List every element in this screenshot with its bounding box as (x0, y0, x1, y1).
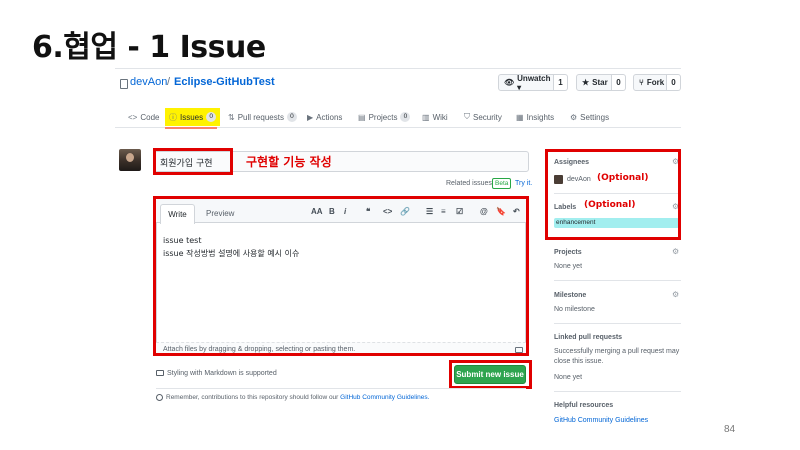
star-icon: ★ (582, 78, 590, 87)
tab-label: Pull requests (237, 112, 284, 122)
watch-button[interactable]: 👁 Unwatch ▾ (498, 73, 554, 92)
divider (554, 280, 681, 281)
tab-code[interactable]: <> Code (128, 108, 159, 126)
fork-label: Fork (646, 78, 665, 87)
milestone-value: No milestone (554, 306, 595, 313)
fork-button[interactable]: ⑂ Fork (633, 74, 667, 91)
tab-label: Insights (526, 112, 555, 122)
tab-actions[interactable]: ▶ Actions (307, 108, 342, 126)
repo-name-link[interactable]: Eclipse-GitHubTest (174, 76, 275, 88)
tab-label: Projects (368, 112, 398, 122)
linked-prs-heading: Linked pull requests (554, 334, 623, 341)
tab-count: 0 (286, 112, 297, 122)
tab-insights[interactable]: ▦ Insights (516, 108, 554, 126)
helpful-resources-heading: Helpful resources (554, 402, 614, 409)
linked-prs-text: close this issue. (554, 358, 604, 365)
github-screenshot: devAon / Eclipse-GitHubTest 👁 Unwatch ▾ … (115, 68, 681, 430)
related-issues-label: Related issues (446, 180, 492, 187)
repo-separator: / (167, 76, 171, 88)
tab-pull-requests[interactable]: ⇅ Pull requests 0 (228, 108, 297, 126)
tab-wiki[interactable]: ▥ Wiki (422, 108, 448, 126)
repo-icon (120, 79, 128, 89)
gear-icon[interactable]: ⚙ (672, 247, 679, 256)
slide-title: 6.협업 - 1 Issue (32, 30, 266, 65)
pull-request-icon: ⇅ (228, 112, 235, 122)
tab-issues[interactable]: ⓘ Issues 0 (165, 108, 221, 126)
tab-label: Actions (316, 112, 343, 122)
linked-prs-value: None yet (554, 374, 583, 381)
project-icon: ▤ (358, 112, 366, 122)
markdown-icon (156, 370, 164, 376)
avatar-face (126, 153, 134, 162)
tab-label: Issues (180, 112, 204, 122)
editor-highlight-box (153, 196, 529, 356)
projects-value: None yet (554, 263, 583, 270)
tab-count: 0 (400, 112, 411, 122)
tab-label: Security (473, 112, 502, 122)
tab-label: Code (140, 112, 160, 122)
projects-heading[interactable]: Projects (554, 249, 582, 256)
fork-icon: ⑂ (639, 78, 644, 87)
divider (554, 323, 681, 324)
community-guidelines-link[interactable]: GitHub Community Guidelines (554, 417, 648, 424)
title-annotation: 구현할 기능 작성 (246, 155, 332, 169)
tab-settings[interactable]: ⚙ Settings (570, 108, 609, 126)
star-count[interactable]: 0 (612, 74, 626, 91)
gear-icon[interactable]: ⚙ (672, 290, 679, 299)
guidelines-link[interactable]: GitHub Community Guidelines. (340, 394, 429, 401)
divider (156, 388, 526, 389)
star-label: Star (592, 78, 608, 87)
fork-count[interactable]: 0 (667, 74, 681, 91)
code-icon: <> (128, 112, 138, 122)
watch-label: Unwatch ▾ (517, 73, 551, 92)
tab-label: Wiki (432, 112, 448, 122)
issue-icon: ⓘ (169, 112, 177, 122)
page-number: 84 (724, 424, 736, 435)
repo-owner-link[interactable]: devAon (130, 76, 167, 88)
styling-note[interactable]: Styling with Markdown is supported (167, 370, 277, 377)
star-button[interactable]: ★ Star (576, 74, 612, 91)
shield-icon: ⛉ (464, 112, 470, 121)
beta-badge: Beta (492, 178, 512, 189)
play-icon: ▶ (307, 112, 314, 122)
gear-icon: ⚙ (570, 112, 578, 122)
divider (115, 68, 681, 69)
try-it-link[interactable]: Try it. (515, 180, 532, 187)
tab-projects[interactable]: ▤ Projects 0 (358, 108, 411, 126)
contribution-note: Remember, contributions to this reposito… (166, 394, 429, 401)
contribution-text: Remember, contributions to this reposito… (166, 394, 339, 401)
linked-prs-text: Successfully merging a pull request may (554, 348, 680, 355)
graph-icon: ▦ (516, 112, 524, 122)
tab-count: 0 (206, 112, 217, 122)
tab-label: Settings (580, 112, 610, 122)
divider (554, 391, 681, 392)
milestone-heading[interactable]: Milestone (554, 292, 586, 299)
watch-count[interactable]: 1 (554, 74, 568, 91)
submit-highlight-box (449, 360, 532, 389)
info-icon (156, 394, 163, 401)
tab-security[interactable]: ⛉ Security (464, 108, 502, 126)
sidebar-highlight-box (545, 149, 681, 240)
book-icon: ▥ (422, 112, 430, 122)
title-highlight-box (153, 148, 233, 175)
eye-icon: 👁 (504, 78, 515, 87)
repo-nav: <> Code ⓘ Issues 0 ⇅ Pull requests 0 ▶ A… (115, 106, 681, 128)
selected-tab-underline (165, 127, 217, 129)
